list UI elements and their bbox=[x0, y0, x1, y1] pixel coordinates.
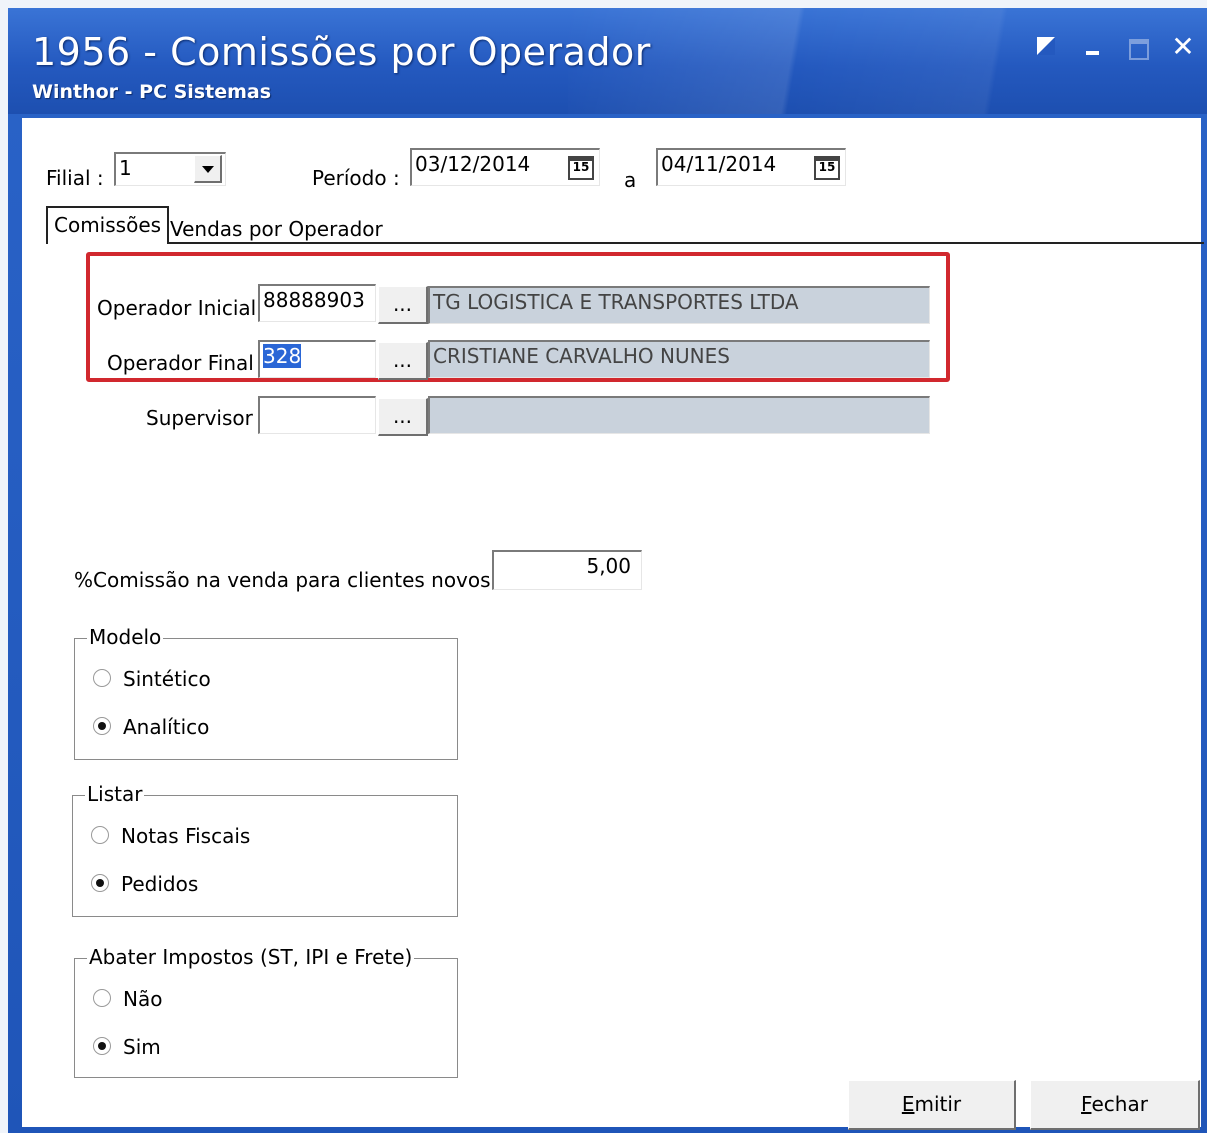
tab-comissoes[interactable]: Comissões bbox=[46, 206, 170, 244]
abater-impostos-group: Abater Impostos (ST, IPI e Frete) Não Si… bbox=[74, 945, 458, 1078]
title-bar[interactable]: 1956 - Comissões por Operador Winthor - … bbox=[8, 8, 1207, 114]
calendar-icon[interactable]: 15 bbox=[814, 156, 840, 180]
operador-inicial-code: 88888903 bbox=[263, 288, 365, 312]
date-start-value: 03/12/2014 bbox=[415, 152, 531, 176]
chevron-down-icon[interactable] bbox=[194, 155, 222, 183]
radio-notas-fiscais-label: Notas Fiscais bbox=[121, 824, 251, 848]
date-end-value: 04/11/2014 bbox=[661, 152, 777, 176]
supervisor-lookup-button[interactable]: ... bbox=[378, 398, 428, 436]
periodo-label: Período : bbox=[312, 166, 400, 190]
radio-sintetico-label: Sintético bbox=[123, 667, 211, 691]
tab-strip-line bbox=[48, 242, 1204, 244]
operador-final-lookup-button[interactable]: ... bbox=[378, 342, 428, 380]
radio-selected-icon bbox=[93, 1037, 111, 1055]
radio-sim[interactable]: Sim bbox=[93, 1035, 161, 1059]
operador-inicial-code-field[interactable]: 88888903 bbox=[258, 284, 376, 322]
fechar-accel: F bbox=[1081, 1092, 1092, 1116]
abater-group-title: Abater Impostos (ST, IPI e Frete) bbox=[87, 945, 415, 969]
operador-inicial-name: TG LOGISTICA E TRANSPORTES LTDA bbox=[433, 290, 799, 314]
operador-inicial-label: Operador Inicial bbox=[97, 296, 257, 320]
radio-selected-icon bbox=[93, 717, 111, 735]
radio-pedidos-label: Pedidos bbox=[121, 872, 199, 896]
commission-field[interactable]: 5,00 bbox=[492, 550, 642, 590]
fechar-label: echar bbox=[1091, 1092, 1148, 1116]
supervisor-label: Supervisor bbox=[146, 406, 253, 430]
listar-group-title: Listar bbox=[85, 782, 145, 806]
operador-final-code: 328 bbox=[263, 344, 302, 368]
supervisor-code-field[interactable] bbox=[258, 396, 376, 434]
radio-icon bbox=[93, 989, 111, 1007]
radio-selected-icon bbox=[91, 874, 109, 892]
radio-analitico-label: Analítico bbox=[123, 715, 210, 739]
radio-nao-label: Não bbox=[123, 987, 163, 1011]
window-title: 1956 - Comissões por Operador bbox=[32, 30, 651, 74]
radio-icon bbox=[93, 669, 111, 687]
form-client-area: Filial : 1 Período : 03/12/2014 15 a 04/… bbox=[22, 118, 1204, 1130]
title-bar-gloss bbox=[568, 8, 1128, 114]
radio-analitico[interactable]: Analítico bbox=[93, 715, 209, 739]
radio-pedidos[interactable]: Pedidos bbox=[91, 872, 198, 896]
minimize-icon[interactable] bbox=[1080, 34, 1106, 60]
calendar-icon[interactable]: 15 bbox=[568, 156, 594, 180]
emitir-button[interactable]: Emitir bbox=[848, 1080, 1016, 1130]
radio-nao[interactable]: Não bbox=[93, 987, 162, 1011]
emitir-label: mitir bbox=[914, 1092, 962, 1116]
emitir-accel: E bbox=[901, 1092, 915, 1116]
operador-final-code-field[interactable]: 328 bbox=[258, 340, 376, 378]
modelo-group-title: Modelo bbox=[87, 625, 164, 649]
modelo-group: Modelo Sintético Analítico bbox=[74, 625, 458, 760]
app-window: 1956 - Comissões por Operador Winthor - … bbox=[8, 8, 1207, 1133]
close-icon[interactable]: ✕ bbox=[1170, 33, 1196, 61]
commission-label: %Comissão na venda para clientes novos bbox=[74, 568, 491, 592]
restore-icon[interactable] bbox=[1034, 34, 1060, 60]
operador-inicial-name-field: TG LOGISTICA E TRANSPORTES LTDA bbox=[428, 286, 930, 324]
date-separator: a bbox=[624, 168, 637, 192]
radio-sim-label: Sim bbox=[123, 1035, 161, 1059]
fechar-button[interactable]: Fechar bbox=[1030, 1080, 1200, 1130]
supervisor-name-field bbox=[428, 396, 930, 434]
operador-final-label: Operador Final bbox=[107, 351, 254, 375]
operador-final-name-field: CRISTIANE CARVALHO NUNES bbox=[428, 340, 930, 378]
maximize-icon[interactable] bbox=[1126, 34, 1152, 60]
radio-sintetico[interactable]: Sintético bbox=[93, 667, 211, 691]
radio-icon bbox=[91, 826, 109, 844]
radio-notas-fiscais[interactable]: Notas Fiscais bbox=[91, 824, 250, 848]
operador-inicial-lookup-button[interactable]: ... bbox=[378, 286, 428, 324]
operador-final-name: CRISTIANE CARVALHO NUNES bbox=[433, 344, 730, 368]
listar-group: Listar Notas Fiscais Pedidos bbox=[72, 782, 458, 917]
window-subtitle: Winthor - PC Sistemas bbox=[32, 81, 272, 103]
filial-label: Filial : bbox=[46, 166, 104, 190]
tab-vendas-por-operador[interactable]: Vendas por Operador bbox=[164, 217, 389, 241]
commission-value: 5,00 bbox=[586, 554, 631, 578]
filial-value: 1 bbox=[119, 156, 132, 180]
